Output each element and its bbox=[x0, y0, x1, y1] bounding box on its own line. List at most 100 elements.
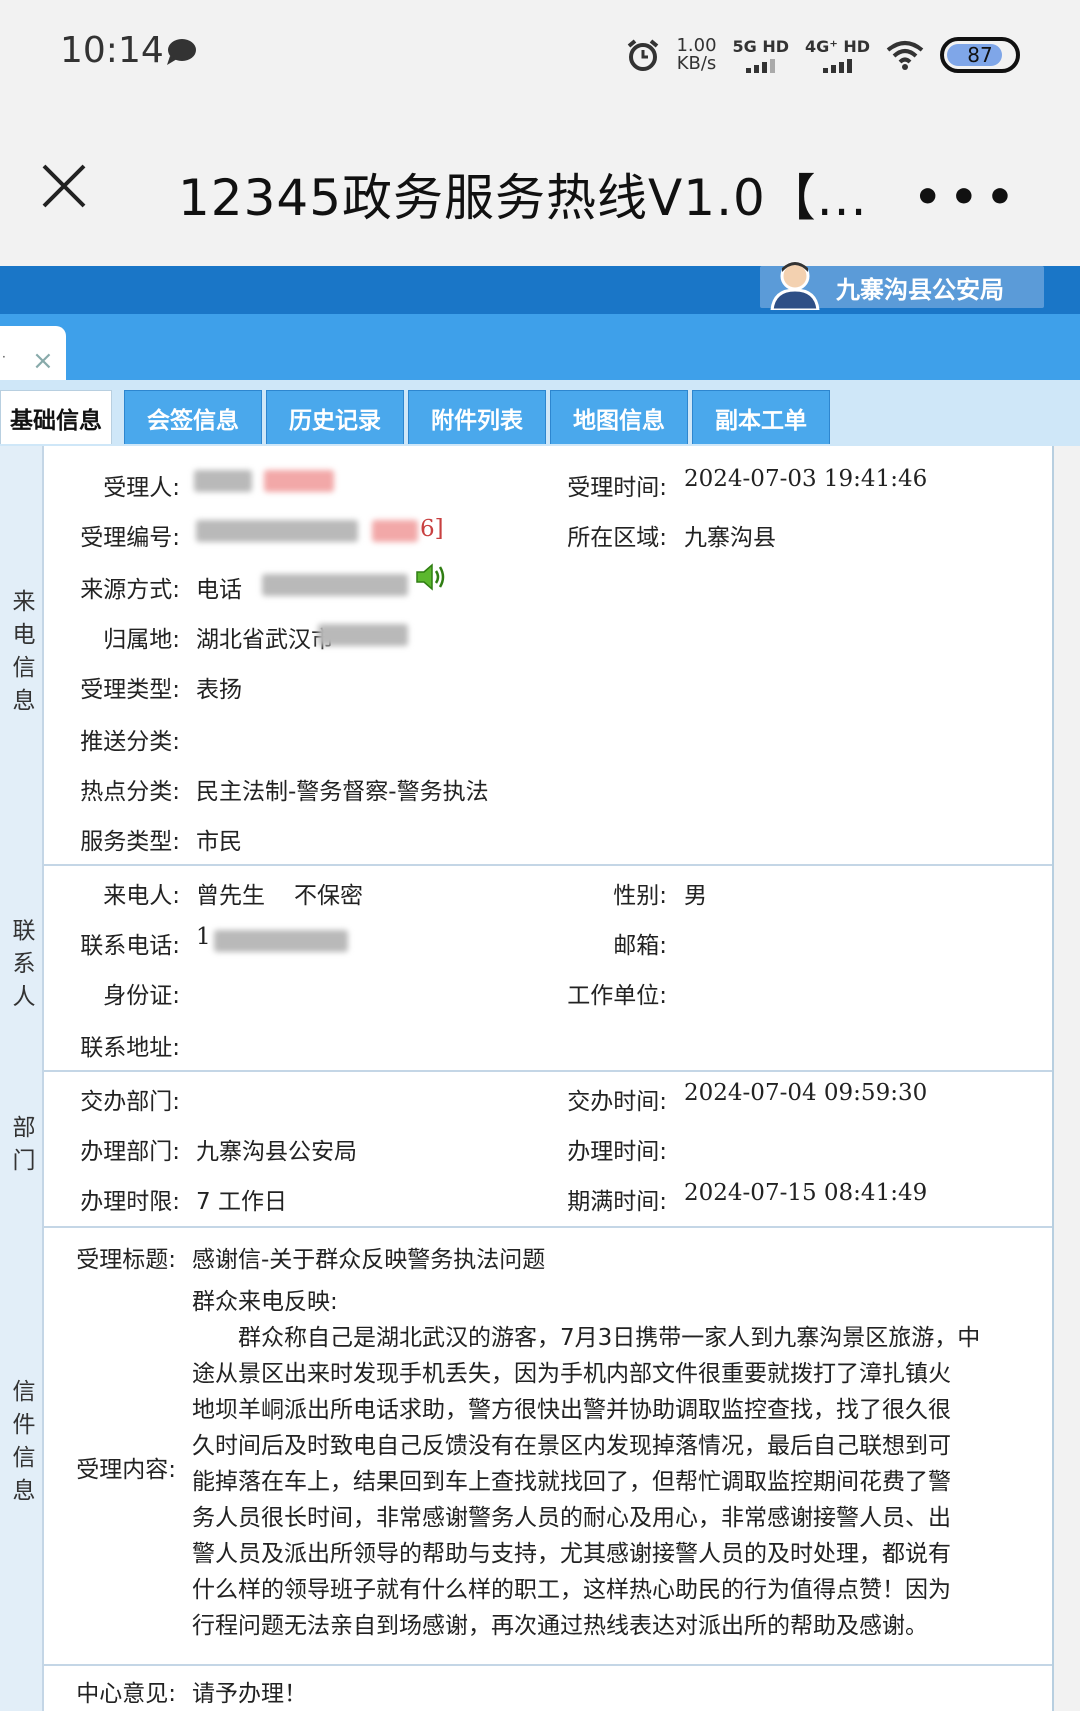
content-line: 地坝羊峒派出所电话求助，警方很快出警并协助调取监控查找，找了很久很 bbox=[192, 1397, 951, 1423]
letter-title-label: 受理标题: bbox=[76, 1247, 176, 1273]
handle-dept-value: 九寨沟县公安局 bbox=[196, 1139, 357, 1165]
handler-label: 受理人: bbox=[103, 475, 180, 501]
alarm-icon bbox=[628, 39, 659, 71]
source-label: 来源方式: bbox=[80, 577, 180, 603]
section-label bbox=[0, 1664, 44, 1711]
caller-label: 来电人: bbox=[103, 883, 180, 909]
service-type-value: 市民 bbox=[196, 829, 242, 855]
handle-time-label: 办理时间: bbox=[567, 1139, 667, 1165]
more-options-icon[interactable]: ••• bbox=[914, 172, 1022, 223]
content-line: 警人员及派出所领导的帮助与支持，尤其感谢接警人员的及时处理，都说有 bbox=[192, 1541, 951, 1567]
redacted-location bbox=[318, 624, 408, 646]
letter-section: 信件信息 受理标题: 感谢信-关于群众反映警务执法问题 受理内容: 群众来电反映… bbox=[0, 1226, 1052, 1666]
hot-category-value: 民主法制-警务督察-警务执法 bbox=[196, 779, 489, 805]
service-type-label: 服务类型: bbox=[80, 829, 180, 855]
redacted-ticket-number-tail bbox=[372, 520, 418, 542]
content-line: 行程问题无法亲自到场感谢，再次通过热线表达对派出所的帮助及感谢。 bbox=[192, 1613, 928, 1639]
net1-label: 5G HD bbox=[732, 37, 790, 56]
section-label: 信件信息 bbox=[0, 1226, 44, 1664]
section-label: 部门 bbox=[0, 1070, 44, 1226]
location-value: 湖北省武汉市 bbox=[196, 627, 334, 653]
phone-label: 联系电话: bbox=[80, 933, 180, 959]
center-opinion-label: 中心意见: bbox=[76, 1681, 176, 1707]
network-speed: 1.00 KB/s bbox=[676, 37, 716, 73]
accept-time-value: 2024-07-03 19:41:46 bbox=[684, 466, 928, 492]
accept-type-value: 表扬 bbox=[196, 677, 242, 703]
net2-label: 4G⁺ HD bbox=[805, 37, 870, 56]
battery-level: 87 bbox=[967, 43, 993, 67]
id-card-label: 身份证: bbox=[103, 983, 180, 1009]
ticket-number-label: 受理编号: bbox=[80, 525, 180, 551]
handle-dept-label: 办理部门: bbox=[80, 1139, 180, 1165]
caller-info-section: 来电信息 受理人: 受理时间: 2024-07-03 19:41:46 受理编号… bbox=[0, 446, 1052, 866]
speed-unit: KB/s bbox=[676, 53, 717, 74]
status-icons: 1.00 KB/s 5G HD 4G⁺ HD 87 bbox=[626, 32, 1020, 78]
accept-type-label: 受理类型: bbox=[80, 677, 180, 703]
page-title: 12345政务服务热线V1.0【... bbox=[178, 169, 868, 227]
tab-close-icon[interactable]: × bbox=[32, 346, 54, 376]
tab-history[interactable]: 历史记录 bbox=[266, 390, 404, 444]
redacted-ticket-number bbox=[196, 520, 358, 542]
content-line: 务人员很长时间，非常感谢警务人员的耐心及用心，非常感谢接警人员、出 bbox=[192, 1505, 951, 1531]
ticket-form: 来电信息 受理人: 受理时间: 2024-07-03 19:41:46 受理编号… bbox=[0, 446, 1054, 1711]
privacy-value: 不保密 bbox=[294, 883, 363, 909]
wifi-icon bbox=[886, 41, 924, 70]
content-line: 群众来电反映: bbox=[192, 1289, 338, 1315]
redacted-handler bbox=[194, 470, 252, 492]
redacted-phone bbox=[214, 930, 348, 952]
redacted-handler-id bbox=[264, 470, 334, 492]
letter-title-value: 感谢信-关于群众反映警务执法问题 bbox=[192, 1247, 546, 1273]
content-line: 途从景区出来时发现手机丢失，因为手机内部文件很重要就拨打了漳扎镇火 bbox=[192, 1361, 951, 1387]
speaker-icon[interactable] bbox=[414, 562, 448, 592]
address-label: 联系地址: bbox=[80, 1035, 180, 1061]
work-unit-label: 工作单位: bbox=[567, 983, 667, 1009]
user-name: 九寨沟县公安局 bbox=[836, 276, 1004, 304]
app-title-bar: 12345政务服务热线V1.0【... ••• bbox=[0, 110, 1080, 266]
department-section: 部门 交办部门: 交办时间: 2024-07-04 09:59:30 办理部门:… bbox=[0, 1070, 1052, 1228]
time-limit-label: 办理时限: bbox=[80, 1189, 180, 1215]
page-tab-label: · bbox=[2, 350, 6, 364]
phone-prefix: 1 bbox=[196, 924, 211, 950]
caller-value: 曾先生 bbox=[196, 883, 265, 909]
push-category-label: 推送分类: bbox=[80, 729, 180, 755]
tab-map-info[interactable]: 地图信息 bbox=[550, 390, 688, 444]
opinion-section: 中心意见: 请予办理！ bbox=[0, 1664, 1052, 1711]
assign-time-label: 交办时间: bbox=[567, 1089, 667, 1115]
tab-countersign-info[interactable]: 会签信息 bbox=[124, 390, 262, 444]
close-icon[interactable] bbox=[38, 160, 90, 212]
tab-basic-info[interactable]: 基础信息 bbox=[0, 390, 112, 444]
email-label: 邮箱: bbox=[613, 933, 667, 959]
letter-content: 群众来电反映: 群众称自己是湖北武汉的游客，7月3日携带一家人到九寨沟景区旅游，… bbox=[192, 1284, 1000, 1644]
source-value: 电话 bbox=[196, 577, 242, 603]
ticket-number-suffix: 6] bbox=[420, 516, 444, 542]
location-label: 归属地: bbox=[103, 627, 180, 653]
content-line: 什么样的领导班子就有什么样的职工，这样热心助民的行为值得点赞！因为 bbox=[192, 1577, 951, 1603]
chat-bubble-icon bbox=[167, 39, 196, 65]
status-time: 10:14 bbox=[60, 30, 164, 71]
due-time-label: 期满时间: bbox=[567, 1189, 667, 1215]
user-avatar-icon bbox=[770, 261, 820, 310]
accept-time-label: 受理时间: bbox=[567, 475, 667, 501]
assign-time-value: 2024-07-04 09:59:30 bbox=[684, 1080, 928, 1106]
assign-dept-label: 交办部门: bbox=[80, 1089, 180, 1115]
tab-attachments[interactable]: 附件列表 bbox=[408, 390, 546, 444]
content-line: 能掉落在车上，结果回到车上查找就找回了，但帮忙调取监控期间花费了警 bbox=[192, 1469, 951, 1495]
section-label: 联系人 bbox=[0, 864, 44, 1070]
redacted-source-phone bbox=[262, 574, 408, 596]
gender-value: 男 bbox=[684, 883, 707, 909]
region-value: 九寨沟县 bbox=[684, 525, 776, 551]
signal-icon: 4G⁺ HD bbox=[805, 37, 870, 73]
battery-icon: 87 bbox=[940, 37, 1020, 73]
center-opinion-value: 请予办理！ bbox=[192, 1681, 307, 1707]
hot-category-label: 热点分类: bbox=[80, 779, 180, 805]
status-bar: 10:14 1.00 KB/s 5G HD 4G⁺ HD 87 bbox=[0, 0, 1080, 110]
content-line: 群众称自己是湖北武汉的游客，7月3日携带一家人到九寨沟景区旅游，中 bbox=[192, 1325, 981, 1351]
section-label: 来电信息 bbox=[0, 446, 44, 864]
tab-copy-orders[interactable]: 副本工单 bbox=[692, 390, 830, 444]
signal-icon: 5G HD bbox=[732, 37, 790, 73]
letter-content-label: 受理内容: bbox=[76, 1457, 176, 1483]
time-limit-value: 7 工作日 bbox=[196, 1189, 287, 1215]
contact-section: 联系人 来电人: 曾先生 不保密 性别: 男 联系电话: 1 邮箱: 身份证: … bbox=[0, 864, 1052, 1072]
due-time-value: 2024-07-15 08:41:49 bbox=[684, 1180, 928, 1206]
gender-label: 性别: bbox=[613, 883, 667, 909]
